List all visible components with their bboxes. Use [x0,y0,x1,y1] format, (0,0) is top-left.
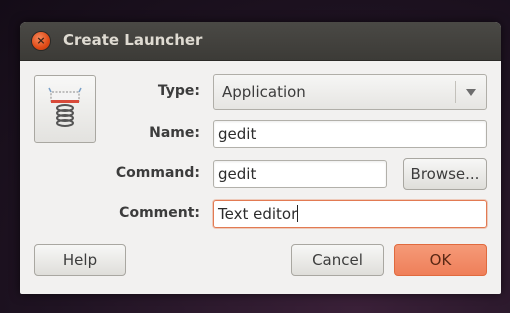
name-value: gedit [218,125,257,143]
combo-separator [455,81,456,103]
browse-button[interactable]: Browse... [403,158,487,190]
text-caret [297,205,299,222]
cancel-button[interactable]: Cancel [291,244,384,276]
launcher-icon-button[interactable] [34,75,96,143]
create-launcher-dialog: × Create Launcher Type: Application Name… [20,22,501,294]
command-value: gedit [218,165,257,183]
comment-value: Text editor [218,205,298,223]
ok-button[interactable]: OK [394,244,487,276]
title-bar: × Create Launcher [20,22,501,61]
comment-text: Text editor [218,205,299,223]
type-value: Application [222,83,306,101]
comment-field[interactable]: Text editor [213,200,487,228]
type-combo[interactable]: Application [213,74,487,110]
close-icon: × [36,34,46,47]
chevron-down-icon [466,89,476,96]
window-title: Create Launcher [63,31,203,49]
comment-label: Comment: [119,205,200,221]
close-button[interactable]: × [32,32,50,50]
command-label: Command: [115,165,200,181]
command-field[interactable]: gedit [213,160,387,188]
type-label: Type: [157,83,200,99]
name-field[interactable]: gedit [213,120,487,148]
help-button[interactable]: Help [34,244,126,276]
spring-icon [48,87,82,127]
name-label: Name: [149,125,200,141]
